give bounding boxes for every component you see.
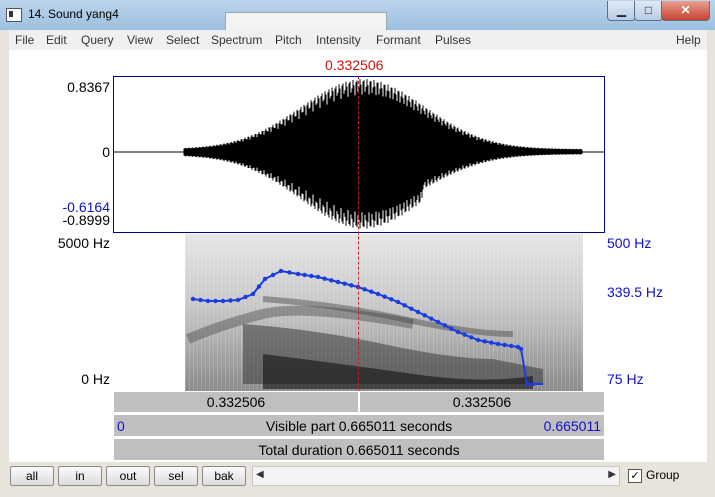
menu-edit[interactable]: Edit xyxy=(46,33,67,47)
menu-view[interactable]: View xyxy=(127,33,153,47)
zoom-back-button[interactable]: bak xyxy=(202,466,246,486)
pitch-bottom-label: 75 Hz xyxy=(607,371,644,387)
menu-formant[interactable]: Formant xyxy=(376,33,421,47)
menu-bar: File Edit Query View Select Spectrum Pit… xyxy=(9,30,707,50)
menu-intensity[interactable]: Intensity xyxy=(316,33,361,47)
visible-part-bar[interactable]: 0 Visible part 0.665011 seconds 0.665011 xyxy=(113,414,605,437)
menu-help[interactable]: Help xyxy=(676,33,701,47)
zoom-selection-button[interactable]: sel xyxy=(154,466,198,486)
waveform-max-label: 0.8367 xyxy=(67,79,110,95)
total-duration-bar[interactable]: Total duration 0.665011 seconds xyxy=(113,438,605,461)
waveform-svg xyxy=(114,79,604,229)
time-bar-right-label: 0.332506 xyxy=(452,394,512,410)
visible-part-label: Visible part 0.665011 seconds xyxy=(265,418,453,434)
cursor-line xyxy=(358,76,359,390)
total-duration-label: Total duration 0.665011 seconds xyxy=(258,442,460,458)
minimize-button[interactable]: ▁ xyxy=(607,1,636,21)
menu-query[interactable]: Query xyxy=(81,33,114,47)
waveform-panel[interactable] xyxy=(113,76,605,233)
time-bar-left-label: 0.332506 xyxy=(206,394,266,410)
background-window xyxy=(225,12,387,31)
maximize-button[interactable]: □ xyxy=(634,1,663,21)
zoom-all-button[interactable]: all xyxy=(10,466,54,486)
zoom-in-button[interactable]: in xyxy=(58,466,102,486)
close-button[interactable]: ✕ xyxy=(661,1,710,21)
zoom-out-button[interactable]: out xyxy=(106,466,150,486)
cursor-time-label: 0.332506 xyxy=(325,57,384,73)
menu-pitch[interactable]: Pitch xyxy=(275,33,302,47)
pitch-top-label: 500 Hz xyxy=(607,235,652,251)
spectrogram-panel[interactable] xyxy=(113,234,605,391)
window-title: 14. Sound yang4 xyxy=(28,7,119,21)
horizontal-scrollbar[interactable]: ◀ ▶ xyxy=(252,466,620,486)
app-icon xyxy=(6,8,22,22)
spectrogram-freq-top-label: 5000 Hz xyxy=(57,235,110,251)
group-checkbox[interactable]: ✓ xyxy=(628,469,642,483)
visible-start-label: 0 xyxy=(117,418,125,434)
waveform-min-label: -0.8999 xyxy=(62,212,110,228)
menu-file[interactable]: File xyxy=(15,33,34,47)
spectrogram-freq-bottom-label: 0 Hz xyxy=(81,371,110,387)
menu-pulses[interactable]: Pulses xyxy=(435,33,471,47)
pitch-mid-label: 339.5 Hz xyxy=(607,284,664,300)
time-bar-right[interactable]: 0.332506 xyxy=(359,391,605,413)
spectrogram-svg xyxy=(185,234,583,391)
title-bar: 14. Sound yang4 ▁ □ ✕ xyxy=(0,0,715,31)
group-label: Group xyxy=(646,468,680,482)
visible-end-label: 0.665011 xyxy=(543,418,601,434)
scroll-right-arrow-icon[interactable]: ▶ xyxy=(608,469,616,480)
time-bar-left[interactable]: 0.332506 xyxy=(113,391,359,413)
menu-spectrum[interactable]: Spectrum xyxy=(211,33,262,47)
waveform-zero-label: 0 xyxy=(102,144,110,160)
menu-select[interactable]: Select xyxy=(166,33,199,47)
scroll-left-arrow-icon[interactable]: ◀ xyxy=(256,469,264,480)
